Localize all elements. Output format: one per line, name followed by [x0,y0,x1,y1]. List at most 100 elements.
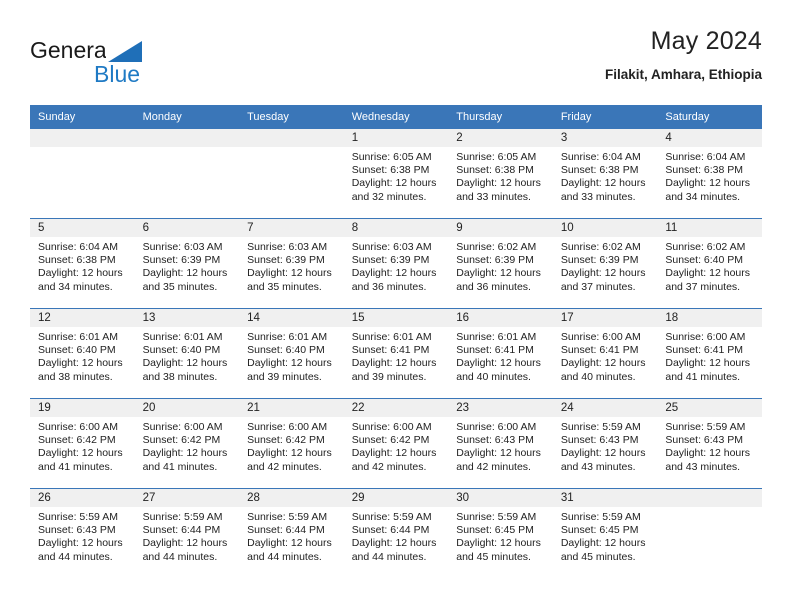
day-26: 26 Sunrise: 5:59 AM Sunset: 6:43 PM Dayligh… [30,489,135,578]
day-number: 20 [134,399,240,417]
daylight-duration-line2: and 40 minutes. [560,370,636,383]
daylight-duration-line2: and 44 minutes. [351,550,427,563]
day-2: 2 Sunrise: 6:05 AM Sunset: 6:38 PM Daylight… [448,129,553,218]
calendar-day-cell[interactable]: 9 Sunrise: 6:02 AM Sunset: 6:39 PM Daylight… [448,218,553,309]
sunrise-time: Sunrise: 6:04 AM [38,241,118,253]
sunrise-time: Sunrise: 5:59 AM [142,511,223,523]
daylight-duration-line2: and 32 minutes. [351,190,427,203]
day-8: 8 Sunrise: 6:03 AM Sunset: 6:39 PM Daylight… [343,219,449,308]
calendar-day-cell [657,488,762,578]
daylight-duration-line2: and 40 minutes. [456,370,531,383]
calendar-day-cell[interactable]: 1 Sunrise: 6:05 AM Sunset: 6:38 PM Daylight… [343,129,449,219]
calendar-day-cell[interactable]: 12 Sunrise: 6:01 AM Sunset: 6:40 PM Dayligh… [30,308,135,399]
calendar-day-cell[interactable]: 7 Sunrise: 6:03 AM Sunset: 6:39 PM Daylight… [239,218,344,309]
calendar-day-cell[interactable]: 10 Sunrise: 6:02 AM Sunset: 6:39 PM Dayligh… [552,218,658,309]
empty-day [134,129,240,218]
calendar-day-cell[interactable]: 2 Sunrise: 6:05 AM Sunset: 6:38 PM Daylight… [448,129,553,219]
calendar-day-cell[interactable]: 22 Sunrise: 6:00 AM Sunset: 6:42 PM Dayligh… [343,398,449,489]
weekday-header-row: Sunday Monday Tuesday Wednesday Thursday… [30,105,762,129]
daylight-duration-line1: Daylight: 12 hours [351,447,437,460]
weekday-header-wednesday: Wednesday [343,105,449,129]
sunset-time: Sunset: 6:38 PM [456,164,534,177]
calendar-day-cell[interactable]: 25 Sunrise: 5:59 AM Sunset: 6:43 PM Dayligh… [657,398,762,489]
daylight-duration-line1: Daylight: 12 hours [142,267,228,280]
day-sun-info: Sunrise: 6:02 AM Sunset: 6:39 PM Daylight:… [553,237,658,294]
sunrise-time: Sunrise: 6:05 AM [456,151,537,163]
daylight-duration-line1: Daylight: 12 hours [142,537,228,550]
calendar-day-cell[interactable]: 3 Sunrise: 6:04 AM Sunset: 6:38 PM Daylight… [552,129,658,219]
calendar-day-cell[interactable]: 31 Sunrise: 5:59 AM Sunset: 6:45 PM Dayligh… [552,488,658,578]
day-9: 9 Sunrise: 6:02 AM Sunset: 6:39 PM Daylight… [448,219,553,308]
day-number [134,129,240,147]
daylight-duration-line1: Daylight: 12 hours [38,267,123,280]
daylight-duration-line1: Daylight: 12 hours [38,447,123,460]
day-sun-info: Sunrise: 6:02 AM Sunset: 6:40 PM Daylight:… [657,237,762,294]
calendar-day-cell[interactable]: 8 Sunrise: 6:03 AM Sunset: 6:39 PM Daylight… [343,218,449,309]
sunset-time: Sunset: 6:39 PM [560,254,639,267]
day-10: 10 Sunrise: 6:02 AM Sunset: 6:39 PM Dayligh… [552,219,658,308]
sunrise-time: Sunrise: 6:00 AM [560,331,641,343]
calendar-day-cell[interactable]: 27 Sunrise: 5:59 AM Sunset: 6:44 PM Dayligh… [134,488,240,578]
day-sun-info: Sunrise: 5:59 AM Sunset: 6:43 PM Daylight:… [657,417,762,474]
calendar-day-cell[interactable]: 15 Sunrise: 6:01 AM Sunset: 6:41 PM Dayligh… [343,308,449,399]
calendar-day-cell[interactable]: 30 Sunrise: 5:59 AM Sunset: 6:45 PM Dayligh… [448,488,553,578]
day-sun-info: Sunrise: 6:03 AM Sunset: 6:39 PM Daylight:… [344,237,449,294]
calendar-day-cell[interactable]: 14 Sunrise: 6:01 AM Sunset: 6:40 PM Dayligh… [239,308,344,399]
svg-text:General: General [30,37,112,63]
sunset-time: Sunset: 6:38 PM [351,164,430,177]
daylight-duration-line2: and 41 minutes. [142,460,218,473]
calendar-day-cell[interactable]: 6 Sunrise: 6:03 AM Sunset: 6:39 PM Daylight… [134,218,240,309]
calendar-day-cell[interactable]: 17 Sunrise: 6:00 AM Sunset: 6:41 PM Dayligh… [552,308,658,399]
weekday-header-tuesday: Tuesday [239,105,344,129]
calendar-week-row: 26 Sunrise: 5:59 AM Sunset: 6:43 PM Dayligh… [30,488,762,578]
sunrise-time: Sunrise: 5:59 AM [351,511,432,523]
sunset-time: Sunset: 6:44 PM [351,524,430,537]
day-28: 28 Sunrise: 5:59 AM Sunset: 6:44 PM Dayligh… [239,489,344,578]
calendar-day-cell[interactable]: 18 Sunrise: 6:00 AM Sunset: 6:41 PM Dayligh… [657,308,762,399]
day-number: 26 [30,489,135,507]
day-number: 11 [657,219,762,237]
calendar-day-cell[interactable]: 13 Sunrise: 6:01 AM Sunset: 6:40 PM Dayligh… [134,308,240,399]
day-sun-info: Sunrise: 6:04 AM Sunset: 6:38 PM Daylight:… [657,147,762,204]
calendar-day-cell[interactable]: 29 Sunrise: 5:59 AM Sunset: 6:44 PM Dayligh… [343,488,449,578]
calendar-day-cell[interactable]: 11 Sunrise: 6:02 AM Sunset: 6:40 PM Dayligh… [657,218,762,309]
day-number: 27 [134,489,240,507]
calendar-day-cell[interactable]: 16 Sunrise: 6:01 AM Sunset: 6:41 PM Dayligh… [448,308,553,399]
sunset-time: Sunset: 6:42 PM [38,434,116,447]
day-number: 14 [239,309,344,327]
calendar-day-cell[interactable]: 19 Sunrise: 6:00 AM Sunset: 6:42 PM Dayligh… [30,398,135,489]
calendar-day-cell[interactable]: 26 Sunrise: 5:59 AM Sunset: 6:43 PM Dayligh… [30,488,135,578]
sunrise-time: Sunrise: 6:00 AM [142,421,223,433]
sunset-time: Sunset: 6:40 PM [665,254,744,267]
daylight-duration-line2: and 41 minutes. [38,460,113,473]
sunrise-time: Sunrise: 6:02 AM [665,241,746,253]
sunrise-time: Sunrise: 5:59 AM [665,421,746,433]
sunrise-time: Sunrise: 5:59 AM [456,511,537,523]
day-14: 14 Sunrise: 6:01 AM Sunset: 6:40 PM Dayligh… [239,309,344,398]
day-number: 31 [552,489,658,507]
calendar-day-cell[interactable]: 24 Sunrise: 5:59 AM Sunset: 6:43 PM Dayligh… [552,398,658,489]
calendar-day-cell[interactable]: 21 Sunrise: 6:00 AM Sunset: 6:42 PM Dayligh… [239,398,344,489]
calendar-day-cell[interactable]: 23 Sunrise: 6:00 AM Sunset: 6:43 PM Dayligh… [448,398,553,489]
calendar-day-cell[interactable]: 20 Sunrise: 6:00 AM Sunset: 6:42 PM Dayligh… [134,398,240,489]
calendar-day-cell[interactable]: 5 Sunrise: 6:04 AM Sunset: 6:38 PM Daylight… [30,218,135,309]
day-number: 5 [30,219,135,237]
sunrise-time: Sunrise: 5:59 AM [38,511,118,523]
sunrise-time: Sunrise: 6:02 AM [456,241,537,253]
day-13: 13 Sunrise: 6:01 AM Sunset: 6:40 PM Dayligh… [134,309,240,398]
sunset-time: Sunset: 6:39 PM [456,254,534,267]
weekday-header-thursday: Thursday [448,105,553,129]
day-number: 6 [134,219,240,237]
sunrise-time: Sunrise: 6:01 AM [142,331,223,343]
calendar-day-cell[interactable]: 4 Sunrise: 6:04 AM Sunset: 6:38 PM Daylight… [657,129,762,219]
weekday-header-sunday: Sunday [30,105,135,129]
daylight-duration-line2: and 33 minutes. [560,190,636,203]
day-sun-info: Sunrise: 6:03 AM Sunset: 6:39 PM Daylight:… [135,237,240,294]
sunrise-time: Sunrise: 5:59 AM [560,511,641,523]
daylight-duration-line2: and 43 minutes. [665,460,741,473]
calendar-day-cell[interactable]: 28 Sunrise: 5:59 AM Sunset: 6:44 PM Dayligh… [239,488,344,578]
daylight-duration-line2: and 44 minutes. [38,550,113,563]
brand-logo[interactable]: General Blue [30,34,170,90]
day-number: 17 [552,309,658,327]
day-sun-info: Sunrise: 5:59 AM Sunset: 6:45 PM Daylight:… [448,507,553,564]
